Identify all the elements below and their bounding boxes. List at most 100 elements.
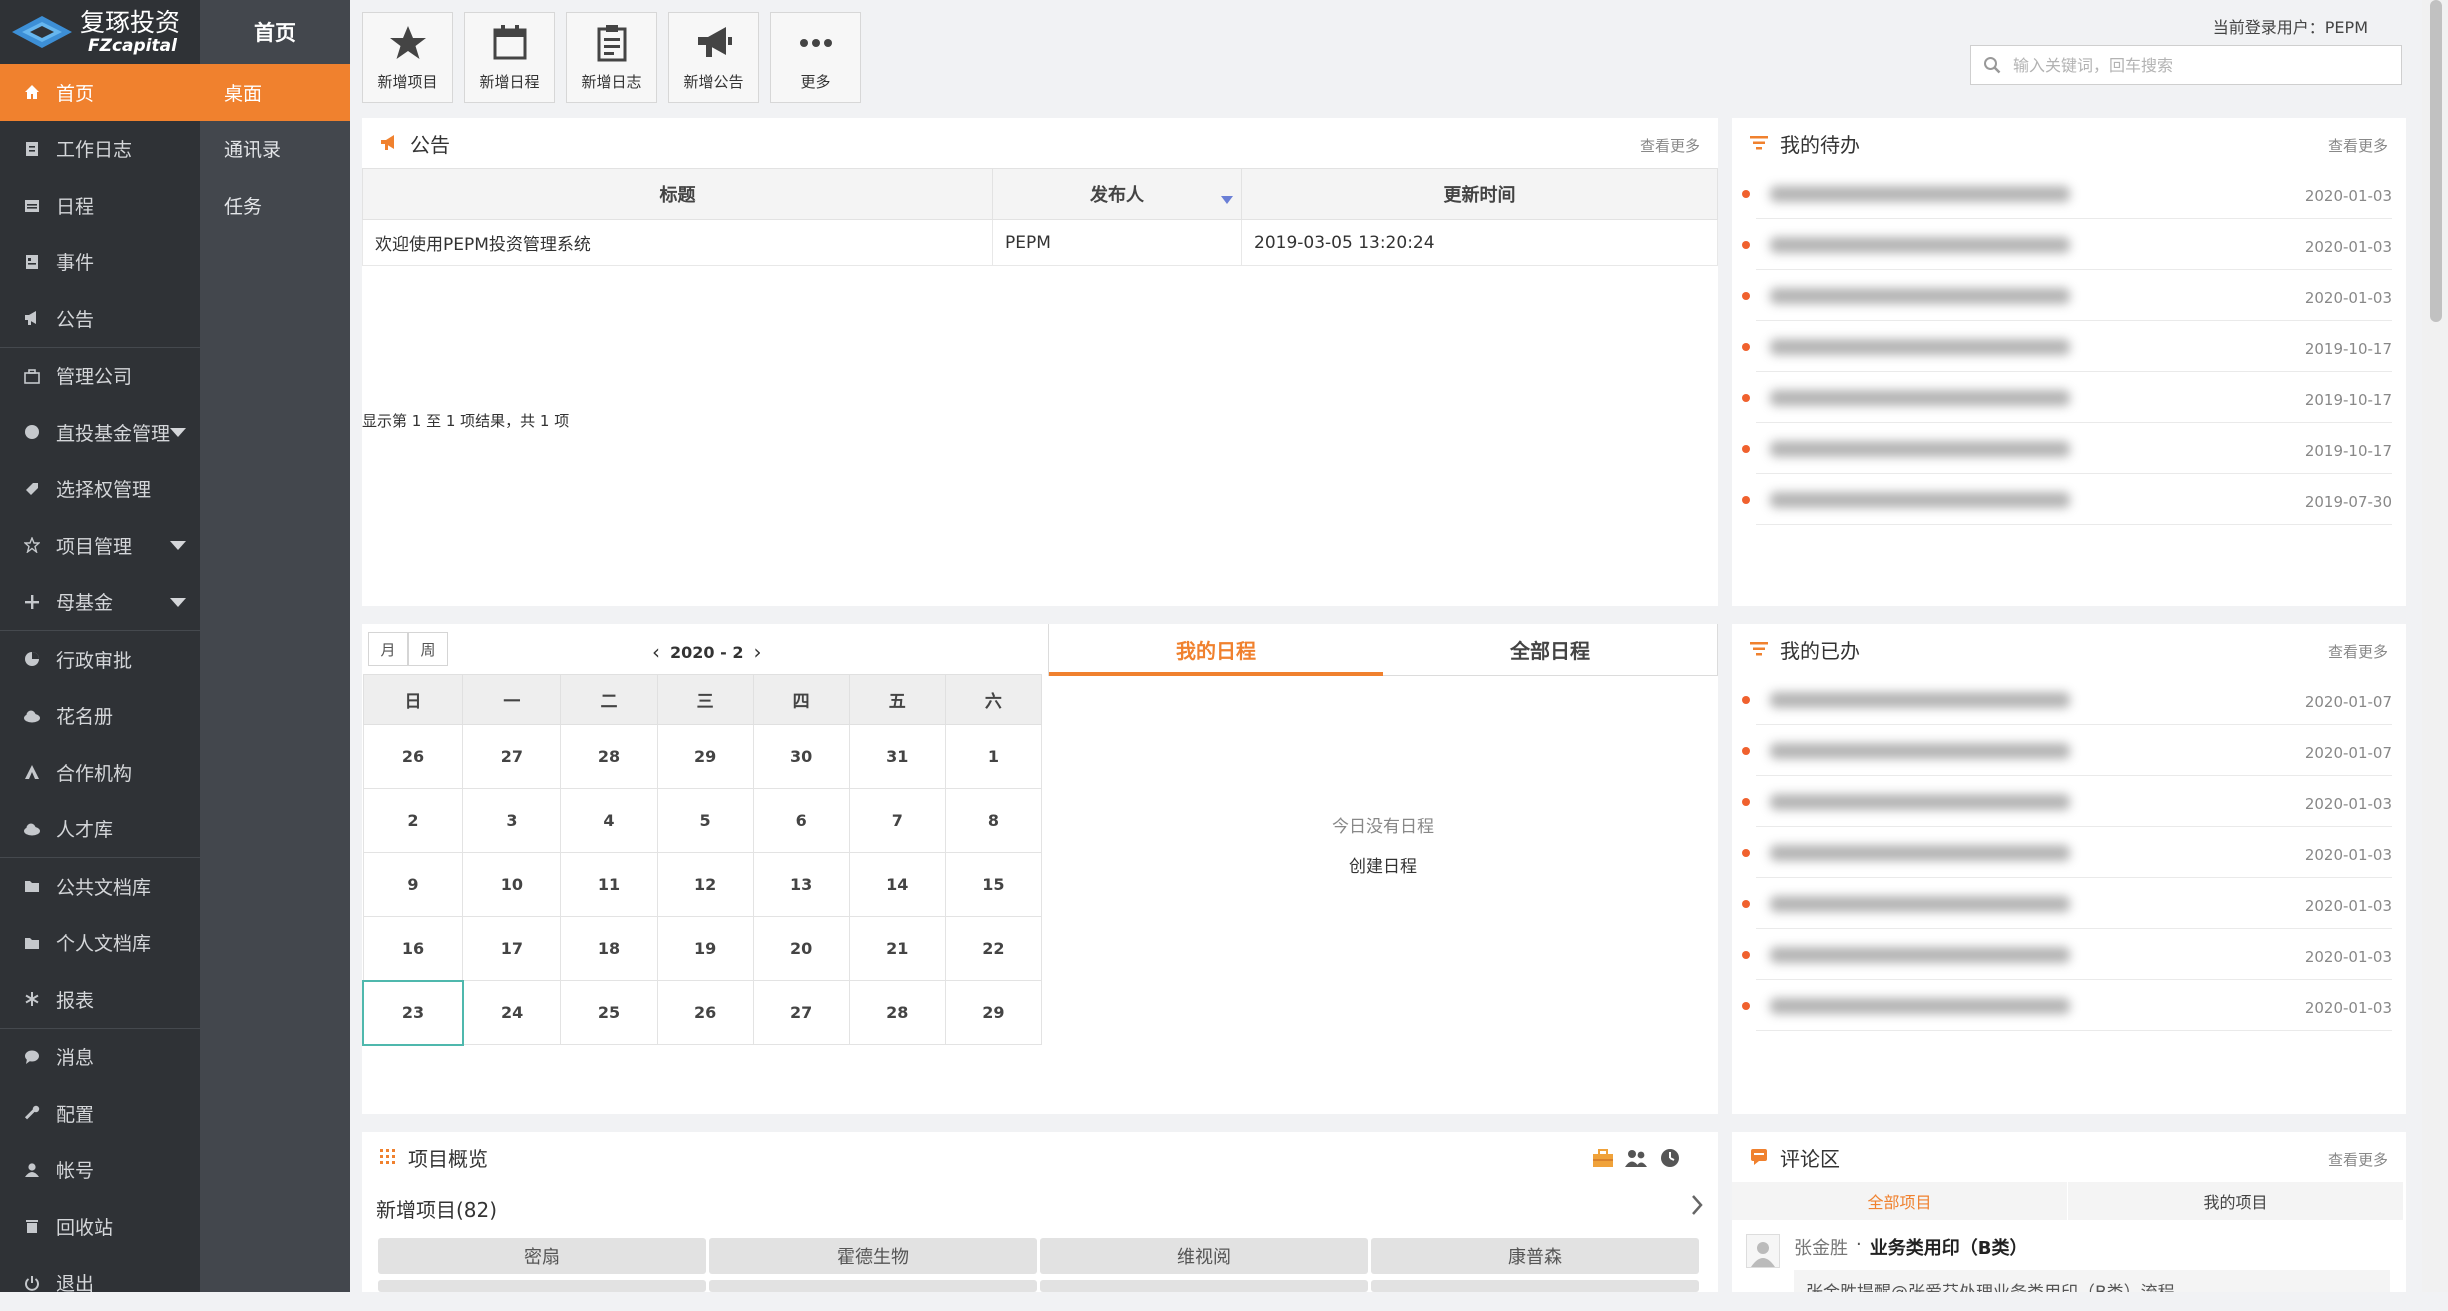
new-projects-heading[interactable]: 新增项目(82) <box>376 1194 497 1223</box>
sidebar-item-17[interactable]: 消息 <box>0 1029 200 1086</box>
calendar-day[interactable]: 26 <box>657 981 753 1045</box>
add-notice-button[interactable]: 新增公告 <box>668 12 759 103</box>
calendar-day[interactable]: 8 <box>945 789 1041 853</box>
redacted-item-text[interactable] <box>1770 998 2070 1014</box>
done-more-link[interactable]: 查看更多 <box>2328 641 2388 662</box>
calendar-day[interactable]: 26 <box>363 725 463 789</box>
redacted-item-text[interactable] <box>1770 743 2070 759</box>
tab-my-schedule[interactable]: 我的日程 <box>1049 624 1383 675</box>
month-view-button[interactable]: 月 <box>368 632 408 666</box>
chevron-right-icon[interactable]: › <box>743 640 771 664</box>
calendar-day[interactable]: 22 <box>945 917 1041 981</box>
col-title[interactable]: 标题 <box>363 169 993 220</box>
users-icon[interactable] <box>1624 1148 1648 1168</box>
calendar-day[interactable]: 27 <box>753 981 849 1045</box>
list-item[interactable]: 2020-01-03 <box>1732 980 2406 1031</box>
list-item[interactable]: 2019-07-30 <box>1732 474 2406 525</box>
sidebar-item-15[interactable]: 个人文档库 <box>0 915 200 972</box>
list-item[interactable]: 2020-01-03 <box>1732 168 2406 219</box>
calendar-day[interactable]: 3 <box>463 789 561 853</box>
redacted-item-text[interactable] <box>1770 794 2070 810</box>
col-author[interactable]: 发布人 <box>993 169 1242 220</box>
chevron-left-icon[interactable]: ‹ <box>642 640 670 664</box>
brand-logo[interactable]: 复琢投资 FZcapital <box>0 0 200 64</box>
calendar-day[interactable]: 4 <box>561 789 657 853</box>
notice-row-title[interactable]: 欢迎使用PEPM投资管理系统 <box>363 220 993 266</box>
calendar-day[interactable]: 15 <box>945 853 1041 917</box>
redacted-item-text[interactable] <box>1770 896 2070 912</box>
calendar-day[interactable]: 18 <box>561 917 657 981</box>
briefcase-icon[interactable] <box>1592 1148 1614 1168</box>
sidebar-item-14[interactable]: 公共文档库 <box>0 858 200 915</box>
calendar-day[interactable]: 10 <box>463 853 561 917</box>
calendar-day[interactable]: 1 <box>945 725 1041 789</box>
tab-all-schedule[interactable]: 全部日程 <box>1383 624 1717 675</box>
calendar-day[interactable]: 6 <box>753 789 849 853</box>
col-updated[interactable]: 更新时间 <box>1242 169 1718 220</box>
sidebar-item-20[interactable]: 回收站 <box>0 1198 200 1255</box>
add-schedule-button[interactable]: 新增日程 <box>464 12 555 103</box>
sidebar-item-7[interactable]: 选择权管理 <box>0 461 200 518</box>
project-chip[interactable] <box>378 1280 706 1292</box>
sidebar-item-21[interactable]: 退出 <box>0 1255 200 1311</box>
comment-subject[interactable]: 业务类用印（B类） <box>1870 1234 2028 1260</box>
page-scrollbar[interactable] <box>2422 0 2448 1292</box>
sidebar-item-1[interactable]: 工作日志 <box>0 121 200 178</box>
project-chip[interactable]: 康普森 <box>1371 1238 1699 1274</box>
calendar-day[interactable]: 27 <box>463 725 561 789</box>
list-item[interactable]: 2020-01-03 <box>1732 776 2406 827</box>
redacted-item-text[interactable] <box>1770 492 2070 508</box>
project-chip[interactable] <box>709 1280 1037 1292</box>
comment-author[interactable]: 张金胜 <box>1794 1234 1848 1260</box>
calendar-day[interactable]: 28 <box>849 981 945 1045</box>
redacted-item-text[interactable] <box>1770 390 2070 406</box>
tab-my-projects[interactable]: 我的项目 <box>2068 1182 2404 1220</box>
list-item[interactable]: 2019-10-17 <box>1732 321 2406 372</box>
week-view-button[interactable]: 周 <box>408 632 448 666</box>
calendar-day[interactable]: 14 <box>849 853 945 917</box>
sidebar-item-3[interactable]: 事件 <box>0 234 200 291</box>
calendar-day[interactable]: 23 <box>363 981 463 1045</box>
list-item[interactable]: 2019-10-17 <box>1732 372 2406 423</box>
calendar-day[interactable]: 29 <box>657 725 753 789</box>
notice-more-link[interactable]: 查看更多 <box>1640 135 1700 156</box>
calendar-day[interactable]: 7 <box>849 789 945 853</box>
project-chip[interactable] <box>1371 1280 1699 1292</box>
create-schedule-link[interactable]: 创建日程 <box>1048 852 1718 877</box>
project-chip[interactable]: 维视阅 <box>1040 1238 1368 1274</box>
sidebar-item-8[interactable]: 项目管理 <box>0 517 200 574</box>
sidebar-item-4[interactable]: 公告 <box>0 290 200 347</box>
list-item[interactable]: 2020-01-03 <box>1732 219 2406 270</box>
calendar-day[interactable]: 2 <box>363 789 463 853</box>
list-item[interactable]: 2020-01-03 <box>1732 827 2406 878</box>
list-item[interactable]: 2019-10-17 <box>1732 423 2406 474</box>
calendar-day[interactable]: 30 <box>753 725 849 789</box>
more-button[interactable]: 更多 <box>770 12 861 103</box>
calendar-day[interactable]: 9 <box>363 853 463 917</box>
calendar-day[interactable]: 17 <box>463 917 561 981</box>
sidebar-item-6[interactable]: 直投基金管理 <box>0 404 200 461</box>
project-chip[interactable]: 密扇 <box>378 1238 706 1274</box>
sidebar-item-12[interactable]: 合作机构 <box>0 744 200 801</box>
list-item[interactable]: 2020-01-07 <box>1732 674 2406 725</box>
calendar-day[interactable]: 12 <box>657 853 753 917</box>
sub-item-desktop[interactable]: 桌面 <box>200 64 350 121</box>
comments-more-link[interactable]: 查看更多 <box>2328 1149 2388 1170</box>
sub-item-contacts[interactable]: 通讯录 <box>200 121 350 178</box>
sidebar-item-16[interactable]: 报表 <box>0 971 200 1028</box>
list-item[interactable]: 2020-01-03 <box>1732 270 2406 321</box>
calendar-day[interactable]: 16 <box>363 917 463 981</box>
calendar-day[interactable]: 11 <box>561 853 657 917</box>
sidebar-item-9[interactable]: 母基金 <box>0 574 200 631</box>
sidebar-item-13[interactable]: 人才库 <box>0 801 200 858</box>
calendar-day[interactable]: 29 <box>945 981 1041 1045</box>
calendar-day[interactable]: 21 <box>849 917 945 981</box>
sidebar-item-19[interactable]: 帐号 <box>0 1142 200 1199</box>
calendar-day[interactable]: 5 <box>657 789 753 853</box>
todo-more-link[interactable]: 查看更多 <box>2328 135 2388 156</box>
redacted-item-text[interactable] <box>1770 339 2070 355</box>
redacted-item-text[interactable] <box>1770 288 2070 304</box>
calendar-day[interactable]: 19 <box>657 917 753 981</box>
sidebar-item-2[interactable]: 日程 <box>0 177 200 234</box>
list-item[interactable]: 2020-01-07 <box>1732 725 2406 776</box>
